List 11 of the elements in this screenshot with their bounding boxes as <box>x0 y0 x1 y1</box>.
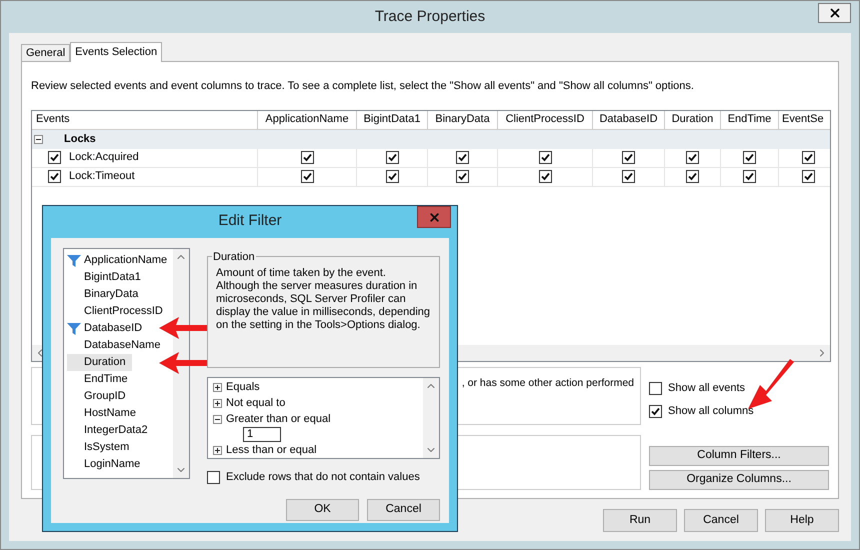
dialog-title: Edit Filter <box>218 210 282 231</box>
description-text: Amount of time taken by the event. Although the server measures duration in microseconds, SQL Server Profiler can display the value in milliseconds, depending on the setting in the Tools>Options dialog. <box>216 267 431 332</box>
window-title: Trace Properties <box>374 6 486 27</box>
checkbox-label: Exclude rows that do not contain values <box>226 470 420 485</box>
event-name: Lock:Acquired <box>69 150 139 166</box>
option-label: Show all columns <box>668 404 754 419</box>
option-label: Show all events <box>668 380 746 396</box>
event-name: Lock:Timeout <box>69 169 135 184</box>
instructions-text: Review selected events and event columns to trace. To see a complete list, select the "Show all events" and "Show all columns" options. <box>31 79 695 94</box>
description-text: , or has some other action performed <box>462 376 634 390</box>
category-label: Locks <box>64 132 96 147</box>
